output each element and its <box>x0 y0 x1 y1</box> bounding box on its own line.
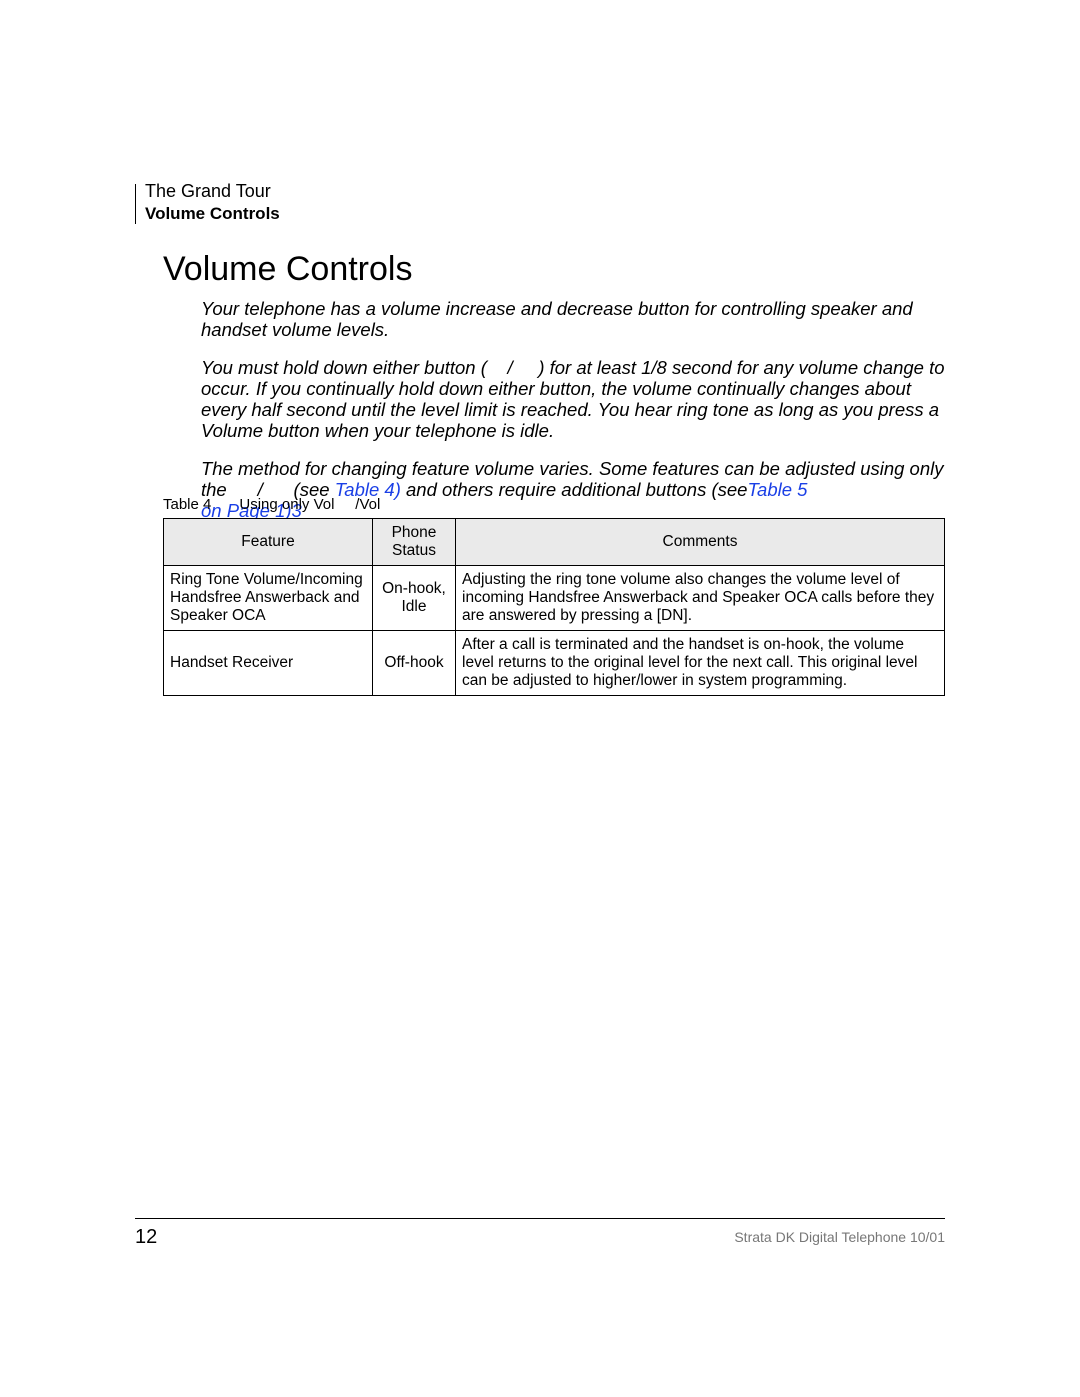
table-row: Handset Receiver Off-hook After a call i… <box>164 631 945 696</box>
page-content: The Grand Tour Volume Controls Volume Co… <box>135 180 945 1257</box>
cell-status: On-hook, Idle <box>373 566 456 631</box>
table-header-row: Feature Phone Status Comments <box>164 519 945 566</box>
running-header: The Grand Tour Volume Controls <box>145 180 280 224</box>
cell-comments: Adjusting the ring tone volume also chan… <box>456 566 945 631</box>
cell-feature: Ring Tone Volume/Incoming Handsfree Answ… <box>164 566 373 631</box>
volume-table: Feature Phone Status Comments Ring Tone … <box>163 518 945 696</box>
paragraph: You must hold down either button ( / ) f… <box>201 357 945 442</box>
chapter-name: The Grand Tour <box>145 180 280 203</box>
header-divider <box>135 184 136 224</box>
page-number: 12 <box>135 1226 157 1249</box>
table5-link[interactable]: Table 5 <box>747 479 807 500</box>
page-title: Volume Controls <box>163 250 412 289</box>
col-comments: Comments <box>456 519 945 566</box>
cell-comments: After a call is terminated and the hands… <box>456 631 945 696</box>
footer-rule <box>135 1218 945 1219</box>
section-name: Volume Controls <box>145 203 280 224</box>
col-status: Phone Status <box>373 519 456 566</box>
cell-feature: Handset Receiver <box>164 631 373 696</box>
table-row: Ring Tone Volume/Incoming Handsfree Answ… <box>164 566 945 631</box>
paragraph: Your telephone has a volume increase and… <box>201 298 945 341</box>
cell-status: Off-hook <box>373 631 456 696</box>
table-caption: Table 4Using only Vol /Vol <box>163 496 380 513</box>
footer-doc-id: Strata DK Digital Telephone 10/01 <box>734 1229 945 1245</box>
col-feature: Feature <box>164 519 373 566</box>
